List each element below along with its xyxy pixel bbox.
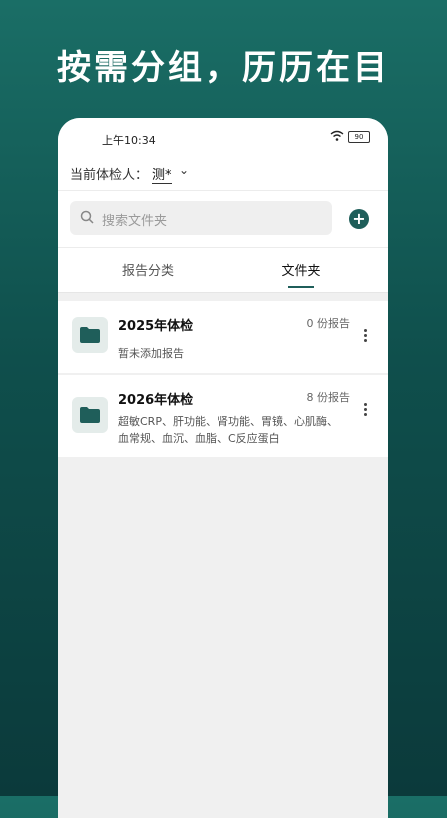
search-row: 搜索文件夹 + bbox=[58, 191, 388, 248]
folder-report-count: 8 份报告 bbox=[306, 391, 351, 404]
folder-report-count: 0 份报告 bbox=[306, 317, 351, 330]
current-person-label: 当前体检人： bbox=[70, 168, 149, 183]
app-header: 上午10:34 90 当前体检人： 测* ⌄ 搜索文件夹 + 报告分类 文件夹 bbox=[58, 118, 388, 293]
tab-report-category[interactable]: 报告分类 bbox=[73, 260, 223, 279]
folder-list: 2025年体检 0 份报告 暂未添加报告 2026年体检 8 份报告 超敏CRP… bbox=[58, 293, 388, 457]
current-person-name[interactable]: 测* bbox=[152, 164, 172, 184]
chevron-down-icon[interactable]: ⌄ bbox=[179, 163, 189, 177]
status-bar: 上午10:34 90 bbox=[58, 118, 388, 158]
add-folder-button[interactable]: + bbox=[349, 209, 369, 229]
folder-description: 超敏CRP、肝功能、肾功能、胃镜、心肌酶、血常规、血沉、血脂、C反应蛋白 bbox=[118, 415, 338, 445]
folder-description: 暂未添加报告 bbox=[118, 347, 184, 360]
tab-folder[interactable]: 文件夹 bbox=[226, 260, 376, 279]
battery-icon: 90 bbox=[348, 131, 370, 143]
active-tab-indicator bbox=[288, 286, 314, 288]
more-icon[interactable] bbox=[364, 403, 368, 418]
promo-headline: 按需分组，历历在目 bbox=[57, 48, 390, 88]
plus-icon: + bbox=[352, 209, 366, 228]
folder-icon bbox=[72, 397, 108, 433]
more-icon[interactable] bbox=[364, 329, 368, 344]
folder-card[interactable]: 2026年体检 8 份报告 超敏CRP、肝功能、肾功能、胃镜、心肌酶、血常规、血… bbox=[58, 375, 388, 457]
search-placeholder: 搜索文件夹 bbox=[102, 214, 168, 229]
tab-bar: 报告分类 文件夹 bbox=[58, 248, 388, 293]
folder-card[interactable]: 2025年体检 0 份报告 暂未添加报告 bbox=[58, 301, 388, 373]
folder-icon bbox=[72, 317, 108, 353]
folder-title: 2026年体检 bbox=[118, 393, 194, 408]
wifi-icon bbox=[330, 130, 344, 145]
phone-screen: 上午10:34 90 当前体检人： 测* ⌄ 搜索文件夹 + 报告分类 文件夹 … bbox=[58, 118, 388, 818]
search-icon bbox=[80, 209, 94, 228]
folder-title: 2025年体检 bbox=[118, 319, 194, 334]
status-time: 上午10:34 bbox=[102, 134, 156, 147]
current-person-row[interactable]: 当前体检人： 测* ⌄ bbox=[58, 158, 388, 191]
search-input[interactable]: 搜索文件夹 bbox=[70, 201, 332, 235]
